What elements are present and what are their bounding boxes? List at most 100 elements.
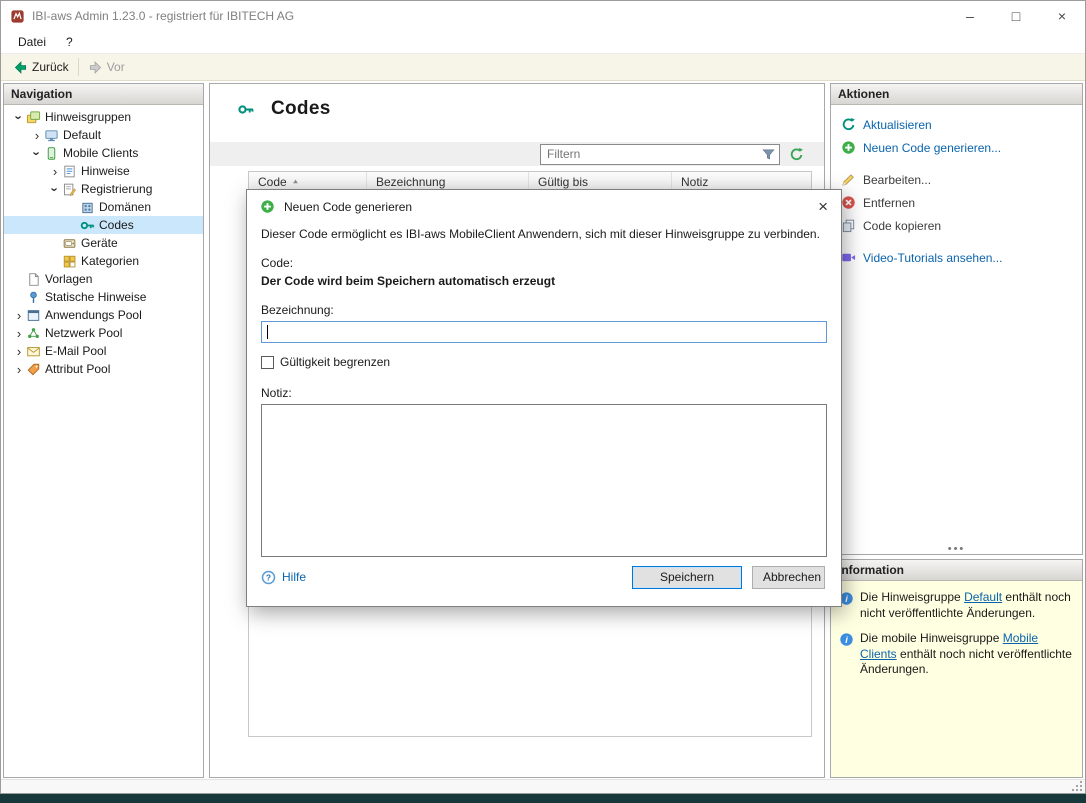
tree-item-kategorien[interactable]: Kategorien bbox=[4, 252, 203, 270]
dialog-close-icon[interactable]: × bbox=[818, 198, 828, 215]
doc-icon bbox=[26, 272, 41, 287]
information-header: Information bbox=[831, 560, 1082, 581]
dialog-title: Neuen Code generieren bbox=[284, 200, 412, 214]
refresh-icon bbox=[841, 117, 856, 132]
new-code-dialog: Neuen Code generieren × Dieser Code ermö… bbox=[246, 189, 842, 607]
svg-text:i: i bbox=[845, 635, 848, 645]
add-icon bbox=[841, 140, 856, 155]
expand-icon[interactable]: › bbox=[12, 345, 26, 358]
expand-icon[interactable]: › bbox=[48, 165, 62, 178]
help-icon: ? bbox=[261, 570, 276, 585]
text-caret bbox=[267, 325, 268, 339]
filter-input[interactable] bbox=[547, 147, 761, 161]
expand-icon[interactable]: › bbox=[12, 363, 26, 376]
register-icon bbox=[62, 182, 77, 197]
pin-icon bbox=[26, 290, 41, 305]
video-icon bbox=[841, 250, 856, 265]
toolbar-separator bbox=[78, 58, 79, 76]
info-item-1: iDie Hinweisgruppe Default enthält noch … bbox=[839, 590, 1074, 621]
tree-item-hinweise[interactable]: ›Hinweise bbox=[4, 162, 203, 180]
back-button[interactable]: Zurück bbox=[6, 58, 76, 77]
collapse-icon[interactable]: › bbox=[13, 110, 26, 124]
maximize-button[interactable]: □ bbox=[993, 1, 1039, 31]
code-label: Code: bbox=[261, 256, 827, 270]
tree-item-e-mail-pool[interactable]: ›E-Mail Pool bbox=[4, 342, 203, 360]
actions-header: Aktionen bbox=[831, 84, 1082, 105]
close-button[interactable]: × bbox=[1039, 1, 1085, 31]
info-link-mobile-clients[interactable]: Mobile Clients bbox=[860, 631, 1038, 661]
panel-splitter[interactable]: ••• bbox=[948, 545, 966, 553]
tree-item-default[interactable]: ›Default bbox=[4, 126, 203, 144]
action-entfernen[interactable]: Entfernen bbox=[831, 191, 1082, 214]
tree-item-codes[interactable]: Codes bbox=[4, 216, 203, 234]
bezeichnung-input[interactable] bbox=[261, 321, 827, 343]
expand-icon[interactable]: › bbox=[30, 129, 44, 142]
help-link[interactable]: ? Hilfe bbox=[261, 570, 306, 585]
key-icon bbox=[231, 101, 261, 118]
tag-icon bbox=[26, 362, 41, 377]
dialog-description: Dieser Code ermöglicht es IBI-aws Mobile… bbox=[261, 227, 827, 241]
actions-panel: Aktionen AktualisierenNeuen Code generie… bbox=[830, 83, 1083, 555]
minimize-button[interactable]: – bbox=[947, 1, 993, 31]
app-logo-icon bbox=[10, 9, 25, 24]
right-column: Aktionen AktualisierenNeuen Code generie… bbox=[830, 83, 1083, 778]
info-link-default[interactable]: Default bbox=[964, 590, 1002, 604]
menu-help[interactable]: ? bbox=[56, 32, 83, 52]
copy-icon bbox=[841, 218, 856, 233]
collapse-icon[interactable]: › bbox=[31, 146, 44, 160]
refresh-list-icon[interactable] bbox=[789, 147, 804, 162]
tree-item-anwendungs-pool[interactable]: ›Anwendungs Pool bbox=[4, 306, 203, 324]
checkbox-icon[interactable] bbox=[261, 356, 274, 369]
filter-band bbox=[210, 142, 824, 166]
tree-item-vorlagen[interactable]: Vorlagen bbox=[4, 270, 203, 288]
save-button[interactable]: Speichern bbox=[632, 566, 742, 589]
action-code-kopieren[interactable]: Code kopieren bbox=[831, 214, 1082, 237]
tree-item-mobile-clients[interactable]: ›Mobile Clients bbox=[4, 144, 203, 162]
page-title: Codes bbox=[271, 98, 331, 120]
tree-item-ger-te[interactable]: Geräte bbox=[4, 234, 203, 252]
bezeichnung-label: Bezeichnung: bbox=[261, 303, 827, 317]
tree-item-hinweisgruppen[interactable]: ›Hinweisgruppen bbox=[4, 108, 203, 126]
page-title-row: Codes bbox=[210, 84, 824, 120]
tree-item-statische-hinweise[interactable]: Statische Hinweise bbox=[4, 288, 203, 306]
expand-icon[interactable]: › bbox=[12, 327, 26, 340]
navigation-panel: Navigation ›Hinweisgruppen›Default›Mobil… bbox=[3, 83, 204, 778]
title-bar: IBI-aws Admin 1.23.0 - registriert für I… bbox=[1, 1, 1085, 31]
action-video-tutorials-ansehen[interactable]: Video-Tutorials ansehen... bbox=[831, 246, 1082, 269]
svg-text:i: i bbox=[845, 594, 848, 604]
gueltigkeit-checkbox-row[interactable]: Gültigkeit begrenzen bbox=[261, 355, 827, 369]
tree-item-attribut-pool[interactable]: ›Attribut Pool bbox=[4, 360, 203, 378]
expand-icon[interactable]: › bbox=[12, 309, 26, 322]
window-title: IBI-aws Admin 1.23.0 - registriert für I… bbox=[32, 9, 294, 23]
menu-bar: Datei ? bbox=[1, 31, 1085, 54]
forward-button[interactable]: Vor bbox=[81, 58, 132, 77]
action-neuen-code-generieren[interactable]: Neuen Code generieren... bbox=[831, 136, 1082, 159]
add-icon bbox=[260, 199, 275, 214]
key-icon bbox=[80, 218, 95, 233]
tree-item-dom-nen[interactable]: Domänen bbox=[4, 198, 203, 216]
resize-grip[interactable] bbox=[1071, 780, 1083, 792]
information-panel: Information iDie Hinweisgruppe Default e… bbox=[830, 559, 1083, 778]
tree-item-registrierung[interactable]: ›Registrierung bbox=[4, 180, 203, 198]
action-bearbeiten[interactable]: Bearbeiten... bbox=[831, 168, 1082, 191]
notiz-label: Notiz: bbox=[261, 386, 827, 400]
filter-funnel-icon[interactable] bbox=[761, 147, 776, 162]
svg-text:?: ? bbox=[266, 572, 271, 582]
app-window: IBI-aws Admin 1.23.0 - registriert für I… bbox=[0, 0, 1086, 794]
collapse-icon[interactable]: › bbox=[49, 182, 62, 196]
info-item-2: iDie mobile Hinweisgruppe Mobile Clients… bbox=[839, 631, 1074, 678]
cancel-button[interactable]: Abbrechen bbox=[752, 566, 825, 589]
checkbox-label: Gültigkeit begrenzen bbox=[280, 355, 390, 369]
actions-list: AktualisierenNeuen Code generieren... Bea… bbox=[831, 105, 1082, 269]
status-bar bbox=[1, 779, 1085, 793]
tool-bar: Zurück Vor bbox=[1, 54, 1085, 81]
code-value: Der Code wird beim Speichern automatisch… bbox=[261, 274, 827, 288]
mobile-icon bbox=[44, 146, 59, 161]
information-list: iDie Hinweisgruppe Default enthält noch … bbox=[831, 581, 1082, 777]
action-aktualisieren[interactable]: Aktualisieren bbox=[831, 113, 1082, 136]
sort-asc-icon bbox=[291, 177, 300, 186]
menu-datei[interactable]: Datei bbox=[8, 32, 56, 52]
notiz-textarea[interactable] bbox=[261, 404, 827, 557]
monitor-icon bbox=[44, 128, 59, 143]
tree-item-netzwerk-pool[interactable]: ›Netzwerk Pool bbox=[4, 324, 203, 342]
